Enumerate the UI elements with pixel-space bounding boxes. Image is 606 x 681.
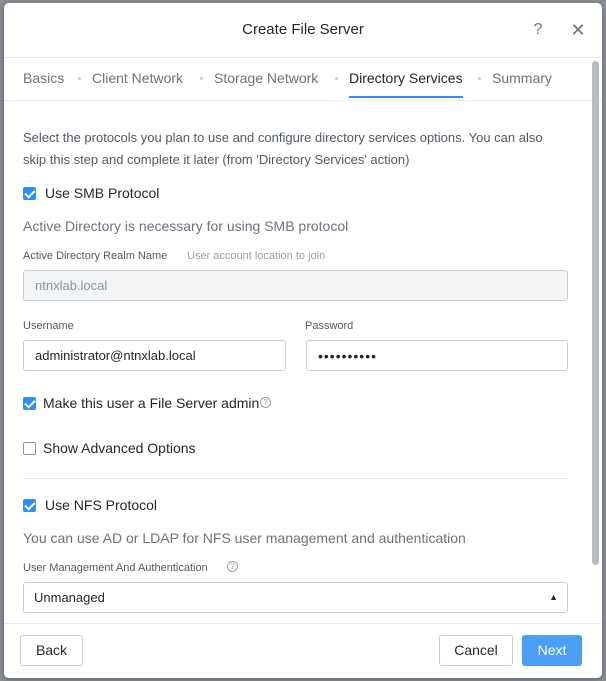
- tab-separator: [78, 77, 81, 80]
- close-icon[interactable]: ✕: [569, 20, 587, 40]
- password-label: Password: [305, 320, 354, 332]
- dialog-title: Create File Server: [242, 21, 364, 38]
- tab-basics[interactable]: Basics: [23, 58, 64, 98]
- tab-directory-services[interactable]: Directory Services: [349, 58, 463, 98]
- dialog-header: Create File Server ? ✕: [4, 3, 602, 58]
- section-divider: [23, 478, 568, 479]
- create-file-server-dialog: Create File Server ? ✕ Basics Client Net…: [4, 3, 602, 678]
- cancel-button[interactable]: Cancel: [439, 635, 513, 666]
- scrollbar[interactable]: [590, 59, 600, 567]
- next-button[interactable]: Next: [522, 635, 582, 666]
- nfs-note: You can use AD or LDAP for NFS user mana…: [23, 530, 466, 546]
- tab-storage-network[interactable]: Storage Network: [214, 58, 318, 98]
- auth-select-value: Unmanaged: [34, 590, 105, 605]
- realm-hint: User account location to join: [187, 250, 326, 262]
- tab-client-network[interactable]: Client Network: [92, 58, 183, 98]
- realm-label: Active Directory Realm Name: [23, 250, 168, 262]
- nfs-checkbox-label[interactable]: Use NFS Protocol: [45, 496, 157, 514]
- file-server-admin-checkbox[interactable]: [23, 397, 36, 410]
- help-icon[interactable]: ?: [530, 20, 546, 40]
- scrollbar-thumb[interactable]: [592, 61, 599, 565]
- dialog-footer: Back Cancel Next: [4, 623, 602, 678]
- directory-services-form: Select the protocols you plan to use and…: [4, 101, 602, 623]
- tab-separator: [478, 77, 481, 80]
- advanced-options-label[interactable]: Show Advanced Options: [43, 439, 196, 457]
- smb-checkbox-label[interactable]: Use SMB Protocol: [45, 184, 159, 202]
- smb-checkbox[interactable]: [23, 187, 36, 200]
- advanced-options-checkbox[interactable]: [23, 442, 36, 455]
- file-server-admin-label[interactable]: Make this user a File Server admin: [43, 394, 259, 412]
- back-button[interactable]: Back: [20, 635, 83, 666]
- tab-separator: [200, 77, 203, 80]
- username-label: Username: [23, 320, 74, 332]
- smb-note: Active Directory is necessary for using …: [23, 218, 349, 234]
- intro-text: Select the protocols you plan to use and…: [23, 130, 543, 167]
- username-input[interactable]: [23, 340, 286, 371]
- nfs-checkbox[interactable]: [23, 499, 36, 512]
- auth-select[interactable]: Unmanaged ▲: [23, 582, 568, 613]
- wizard-tabs: Basics Client Network Storage Network Di…: [4, 58, 602, 101]
- realm-input: [23, 270, 568, 301]
- tab-summary[interactable]: Summary: [492, 58, 552, 98]
- password-input[interactable]: [306, 340, 568, 371]
- auth-label: User Management And Authentication: [23, 562, 208, 574]
- chevron-up-icon: ▲: [549, 592, 558, 602]
- tab-separator: [335, 77, 338, 80]
- info-icon[interactable]: ?: [227, 561, 238, 572]
- info-icon[interactable]: ?: [260, 397, 271, 408]
